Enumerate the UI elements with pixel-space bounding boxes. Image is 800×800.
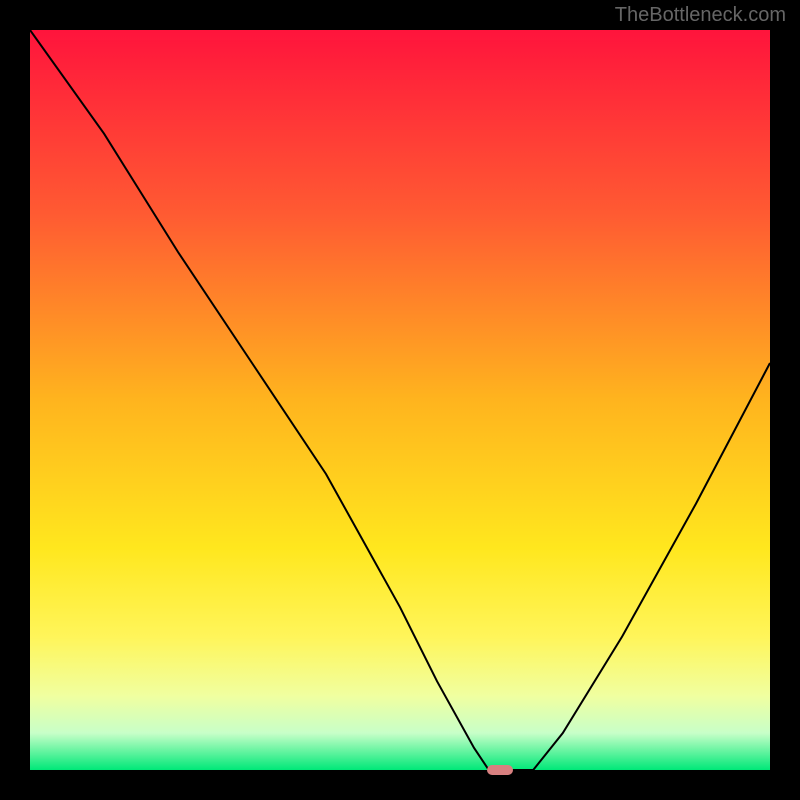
minimum-marker [487, 765, 513, 775]
chart-container: TheBottleneck.com [0, 0, 800, 800]
watermark-text: TheBottleneck.com [615, 4, 786, 27]
chart-curve [30, 30, 770, 770]
plot-area [30, 30, 770, 770]
